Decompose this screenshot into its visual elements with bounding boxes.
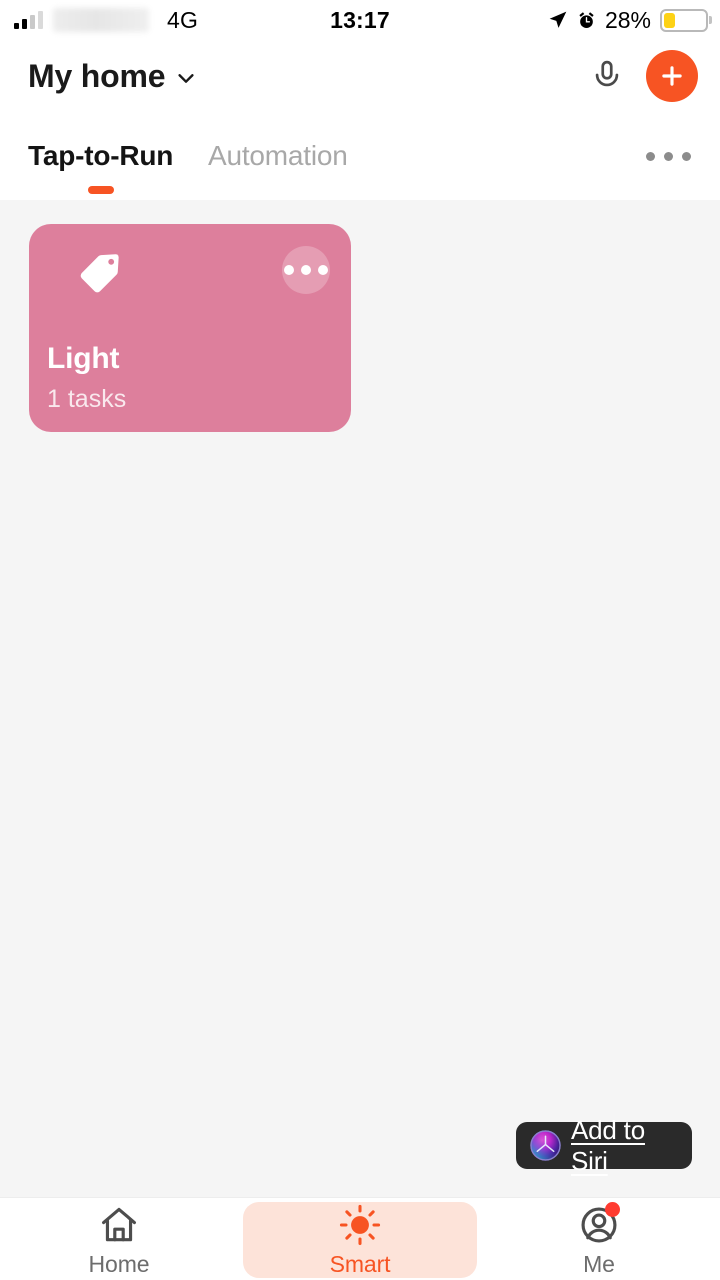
person-icon [576, 1202, 622, 1247]
battery-icon [660, 8, 708, 32]
tab-label: Tap-to-Run [28, 140, 174, 171]
home-selector[interactable]: My home [28, 48, 197, 104]
scene-card-menu-button[interactable] [282, 246, 330, 294]
scene-list: Light 1 tasks Add to Siri [0, 200, 720, 1200]
more-dot [284, 265, 294, 275]
scene-title: Light [47, 342, 120, 375]
house-icon [96, 1202, 142, 1247]
add-scene-button[interactable] [646, 50, 698, 102]
more-dot [301, 265, 311, 275]
nav-label: Home [88, 1251, 150, 1277]
tab-tap-to-run[interactable]: Tap-to-Run [28, 128, 173, 184]
more-dot [318, 265, 328, 275]
scene-card-light[interactable]: Light 1 tasks [29, 224, 351, 432]
nav-item-me[interactable]: Me [520, 1202, 678, 1278]
nav-label: Smart [329, 1251, 391, 1277]
add-to-siri-label: Add to Siri [571, 1114, 645, 1176]
location-arrow-icon [549, 11, 567, 28]
tab-overflow-menu-button[interactable] [638, 136, 698, 176]
nav-label: Me [583, 1251, 615, 1277]
nav-item-home[interactable]: Home [40, 1202, 198, 1278]
notification-badge [605, 1202, 620, 1217]
plus-icon [662, 66, 682, 86]
more-dot [645, 151, 655, 161]
microphone-icon [595, 60, 619, 87]
tag-icon [80, 254, 119, 293]
tab-bar: Tap-to-Run Automation [0, 128, 720, 200]
more-dot [663, 151, 673, 161]
page-title: My home [28, 57, 166, 94]
bottom-navigation: Home Smart Me [0, 1197, 720, 1280]
microphone-button[interactable] [581, 50, 633, 102]
scene-task-count: 1 tasks [47, 385, 127, 413]
chevron-down-icon [178, 74, 194, 83]
tab-label: Automation [208, 140, 348, 171]
add-to-siri-button[interactable]: Add to Siri [516, 1115, 692, 1176]
status-bar: 4G 13:17 28% [0, 0, 720, 40]
siri-orb-icon [530, 1130, 561, 1161]
status-bar-right: 28% [548, 0, 708, 40]
alarm-clock-icon [579, 11, 594, 28]
battery-percent-label: 28% [604, 6, 651, 33]
sun-icon [337, 1202, 383, 1247]
active-tab-indicator [87, 186, 114, 194]
tab-automation[interactable]: Automation [208, 128, 348, 184]
app-root: 4G 13:17 28% My home Tap-to-Run Automati… [0, 0, 720, 1280]
more-dot [681, 151, 691, 161]
app-header: My home Tap-to-Run Automation [0, 40, 720, 240]
nav-item-smart[interactable]: Smart [243, 1202, 477, 1278]
